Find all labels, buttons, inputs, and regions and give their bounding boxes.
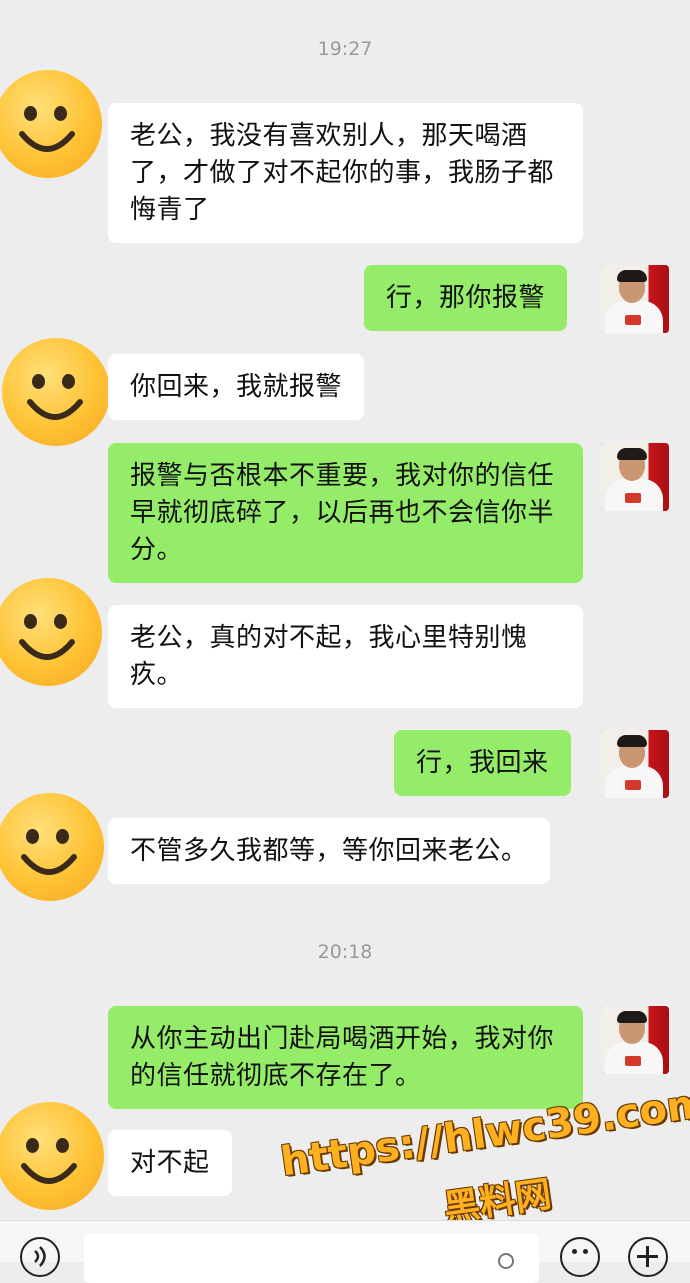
voice-icon[interactable] xyxy=(20,1237,60,1277)
smiley-emoji-icon[interactable] xyxy=(0,793,104,901)
message-bubble-incoming: 对不起 xyxy=(108,1130,232,1196)
user-avatar[interactable] xyxy=(601,265,669,333)
smiley-emoji-icon[interactable] xyxy=(0,70,102,178)
message-bubble-incoming: 你回来，我就报警 xyxy=(108,354,365,420)
plus-icon[interactable] xyxy=(628,1237,668,1277)
user-avatar[interactable] xyxy=(601,443,669,511)
message-bubble-outgoing: 行，我回来 xyxy=(394,730,571,796)
chat-input-bar xyxy=(0,1220,690,1283)
smiley-emoji-icon[interactable] xyxy=(0,1102,104,1210)
message-bubble-outgoing: 从你主动出门赴局喝酒开始，我对你的信任就彻底不存在了。 xyxy=(108,1006,583,1109)
message-bubble-outgoing: 报警与否根本不重要，我对你的信任早就彻底碎了，以后再也不会信你半分。 xyxy=(108,443,583,583)
message-bubble-incoming: 不管多久我都等，等你回来老公。 xyxy=(108,818,550,884)
message-bubble-incoming: 老公，我没有喜欢别人，那天喝酒了，才做了对不起你的事，我肠子都悔青了 xyxy=(108,103,583,243)
timestamp: 20:18 xyxy=(317,941,373,963)
message-bubble-incoming: 老公，真的对不起，我心里特别愧疚。 xyxy=(108,605,583,708)
user-avatar[interactable] xyxy=(601,730,669,798)
smiley-emoji-icon[interactable] xyxy=(2,338,110,446)
timestamp: 19:27 xyxy=(317,38,373,60)
smiley-emoji-icon[interactable] xyxy=(0,578,102,686)
emoji-icon[interactable] xyxy=(560,1237,600,1277)
message-bubble-outgoing: 行，那你报警 xyxy=(364,265,568,331)
message-input[interactable] xyxy=(84,1233,539,1283)
user-avatar[interactable] xyxy=(601,1006,669,1074)
